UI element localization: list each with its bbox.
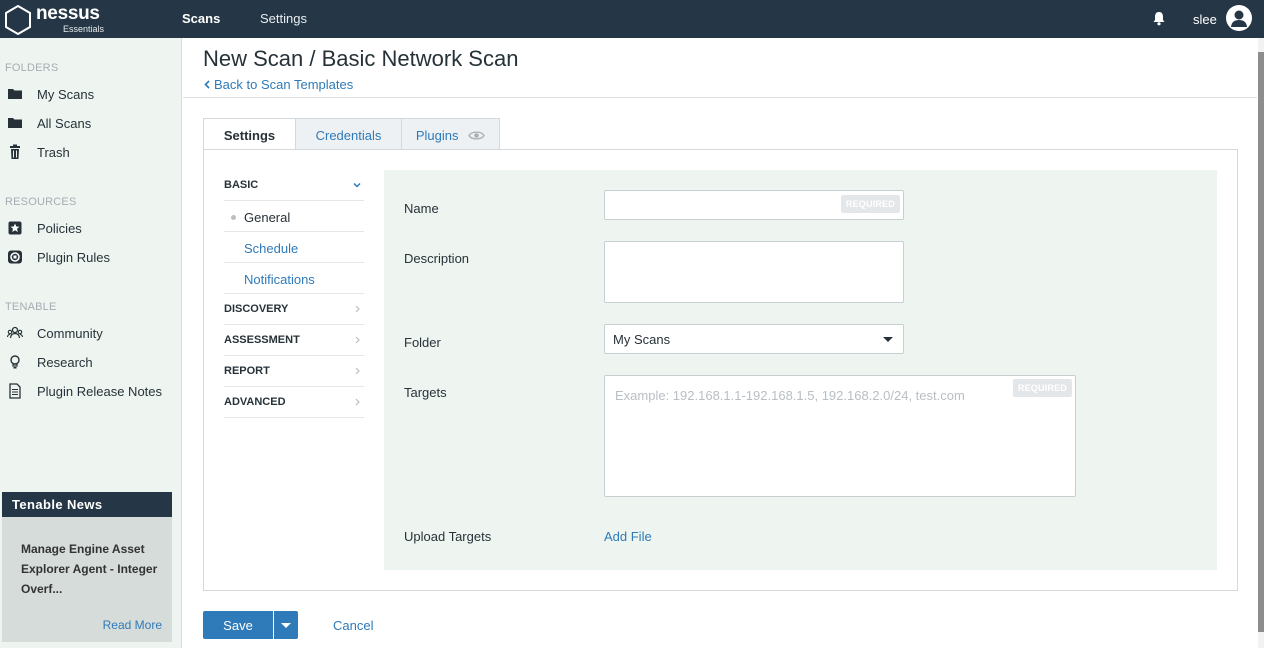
top-bar: nessus Essentials Scans Settings slee [0,0,1264,38]
tab-plugins-label: Plugins [415,128,459,143]
save-button[interactable]: Save [203,611,273,639]
sidebar-item-policies[interactable]: Policies [0,216,181,242]
required-badge: REQUIRED [1012,379,1072,397]
nav-settings[interactable]: Settings [260,11,307,26]
menu-section-label: DISCOVERY [224,303,289,315]
tab-plugins[interactable]: Plugins [401,118,500,150]
sidebar: FOLDERS My Scans All Scans Trash RESOURC… [0,38,182,648]
sidebar-item-label: Community [37,326,103,341]
menu-section-label: BASIC [224,179,259,191]
scrollbar[interactable] [1258,38,1264,648]
menu-item-label: General [244,210,291,225]
required-badge: REQUIRED [840,195,900,213]
menu-section-report[interactable]: REPORT [224,356,364,387]
sidebar-heading-folders: FOLDERS [5,62,59,74]
folder-select[interactable]: My Scans [604,324,904,354]
news-article-title[interactable]: Manage Engine Asset Explorer Agent - Int… [21,539,161,599]
menu-section-advanced[interactable]: ADVANCED [224,387,364,418]
add-file-link[interactable]: Add File [604,529,652,544]
folder-icon [8,89,22,99]
menu-section-assessment[interactable]: ASSESSMENT [224,325,364,356]
sidebar-heading-resources: RESOURCES [5,196,77,208]
nessus-logo[interactable]: nessus Essentials [4,3,114,35]
chevron-right-icon [355,398,360,406]
sidebar-item-plugin-rules[interactable]: Plugin Rules [0,245,181,271]
community-icon [7,326,23,339]
sidebar-item-trash[interactable]: Trash [0,140,181,166]
chevron-right-icon [355,305,360,313]
lightbulb-icon [10,355,20,369]
sidebar-item-all-scans[interactable]: All Scans [0,111,181,137]
avatar[interactable] [1226,5,1252,31]
menu-item-schedule[interactable]: Schedule [224,232,364,263]
logo-wordmark: nessus [36,3,100,24]
tab-credentials[interactable]: Credentials [295,118,402,150]
sidebar-item-research[interactable]: Research [0,350,181,376]
general-settings-form: Name REQUIRED Description Folder My Scan… [384,170,1217,570]
caret-down-icon [883,337,893,342]
logo-subtitle: Essentials [63,24,105,34]
page-title: New Scan / Basic Network Scan [203,46,519,71]
sidebar-item-community[interactable]: Community [0,321,181,347]
user-name[interactable]: slee [1193,12,1217,27]
folder-label: Folder [404,335,441,350]
chevron-left-icon [204,80,210,89]
eye-icon [468,131,485,140]
sidebar-item-label: All Scans [37,116,92,131]
trash-icon [10,144,20,159]
name-field[interactable]: REQUIRED [604,190,904,220]
scrollbar-thumb[interactable] [1258,52,1264,632]
menu-section-label: REPORT [224,365,270,377]
plugin-rules-icon [8,250,22,264]
chevron-right-icon [355,336,360,344]
targets-label: Targets [404,385,447,400]
cancel-link[interactable]: Cancel [333,618,373,633]
save-options-dropdown[interactable] [274,611,298,639]
targets-field[interactable]: Example: 192.168.1.1-192.168.1.5, 192.16… [604,375,1076,497]
back-link-label: Back to Scan Templates [214,77,354,92]
policy-badge-icon [8,221,22,235]
sidebar-item-my-scans[interactable]: My Scans [0,82,181,108]
targets-placeholder: Example: 192.168.1.1-192.168.1.5, 192.16… [615,388,965,403]
sidebar-item-label: My Scans [37,87,95,102]
folder-select-value: My Scans [613,332,671,347]
divider [183,97,1257,98]
tab-settings[interactable]: Settings [203,118,296,151]
menu-section-label: ADVANCED [224,396,286,408]
sidebar-item-plugin-release-notes[interactable]: Plugin Release Notes [0,379,181,405]
read-more-link[interactable]: Read More [103,618,162,632]
tenable-news-widget: Tenable News Manage Engine Asset Explore… [2,492,172,642]
nav-scans[interactable]: Scans [182,11,220,26]
sidebar-item-label: Research [37,355,93,370]
menu-section-discovery[interactable]: DISCOVERY [224,294,364,325]
folder-icon [8,118,22,128]
chevron-down-icon [353,182,361,188]
sidebar-item-label: Trash [37,145,70,160]
caret-down-icon [281,623,291,628]
hexagon-logo-icon [5,5,31,35]
active-bullet-icon [231,215,236,220]
menu-item-notifications[interactable]: Notifications [224,263,364,294]
name-label: Name [404,201,439,216]
menu-section-basic[interactable]: BASIC [224,170,364,201]
sidebar-item-label: Plugin Release Notes [37,384,163,399]
document-icon [9,383,21,399]
sidebar-item-label: Plugin Rules [37,250,110,265]
upload-targets-label: Upload Targets [404,529,492,544]
user-avatar-icon [1231,10,1247,27]
sidebar-item-label: Policies [37,221,82,236]
back-to-templates-link[interactable]: Back to Scan Templates [204,77,353,92]
notifications-bell-icon[interactable] [1152,11,1166,26]
chevron-right-icon [355,367,360,375]
description-label: Description [404,251,470,266]
description-field[interactable] [604,241,904,303]
menu-section-label: ASSESSMENT [224,334,300,346]
menu-item-general[interactable]: General [224,201,364,232]
sidebar-heading-tenable: TENABLE [5,301,57,313]
news-heading: Tenable News [2,492,172,517]
